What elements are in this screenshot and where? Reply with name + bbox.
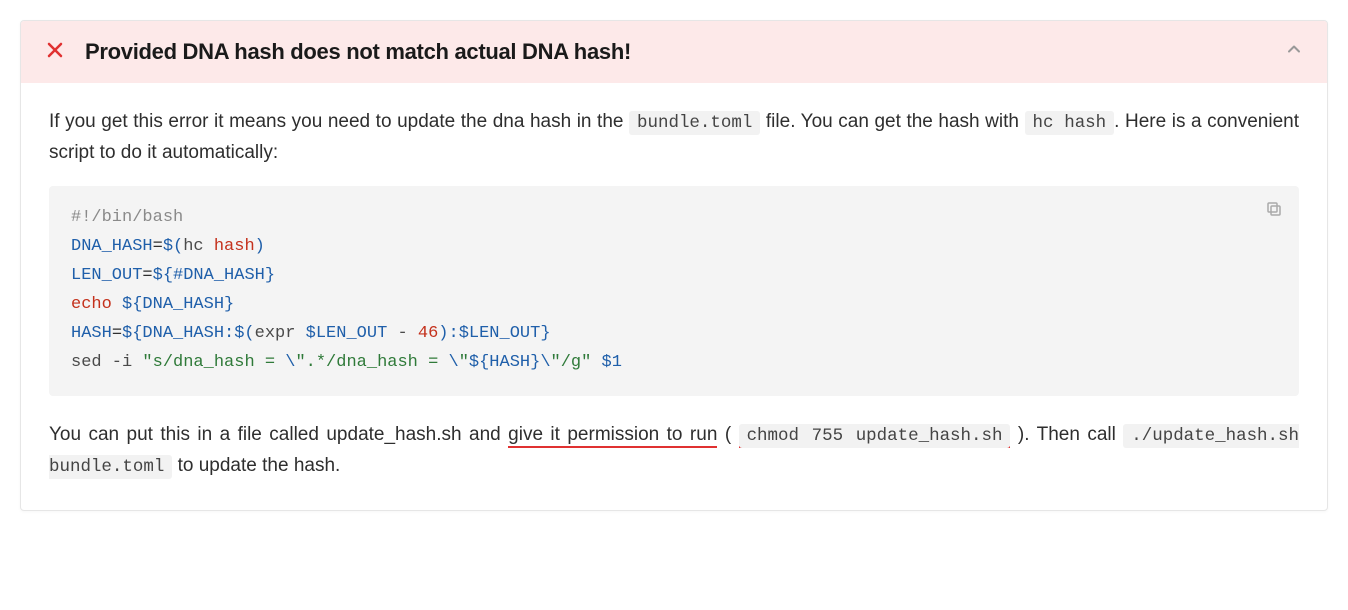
chmod-code: chmod 755 update_hash.sh [739, 424, 1011, 448]
intro-text-2: file. You can get the hash with [766, 111, 1025, 132]
code-block: #!/bin/bash DNA_HASH=$(hc hash) LEN_OUT=… [49, 186, 1299, 395]
code-line-1: #!/bin/bash [71, 204, 1277, 233]
code-line-4: echo ${DNA_HASH} [71, 291, 1277, 320]
code-line-2: DNA_HASH=$(hc hash) [71, 233, 1277, 262]
outro-paren-open: ( [717, 424, 738, 445]
panel-title: Provided DNA hash does not match actual … [85, 39, 631, 65]
code-line-3: LEN_OUT=${#DNA_HASH} [71, 262, 1277, 291]
outro-paren-close: ). Then call [1010, 424, 1123, 445]
hc-hash-code: hc hash [1025, 111, 1115, 135]
intro-text-1: If you get this error it means you need … [49, 111, 629, 132]
outro-text-end: to update the hash. [172, 455, 340, 476]
error-x-icon [45, 40, 65, 64]
copy-icon[interactable] [1265, 200, 1283, 230]
intro-paragraph: If you get this error it means you need … [49, 107, 1299, 168]
chmod-wrap: chmod 755 update_hash.sh [739, 424, 1011, 448]
outro-perm-phrase: give it permission to run [508, 424, 717, 448]
outro-paragraph: You can put this in a file called update… [49, 420, 1299, 482]
code-line-5: HASH=${DNA_HASH:$(expr $LEN_OUT - 46):$L… [71, 320, 1277, 349]
panel-body: If you get this error it means you need … [21, 83, 1327, 510]
error-help-panel: Provided DNA hash does not match actual … [20, 20, 1328, 511]
code-line-6: sed -i "s/dna_hash = \".*/dna_hash = \"$… [71, 349, 1277, 378]
bundle-file-code: bundle.toml [629, 111, 760, 135]
panel-header[interactable]: Provided DNA hash does not match actual … [21, 21, 1327, 83]
chevron-up-icon[interactable] [1285, 41, 1303, 64]
outro-text-1: You can put this in a file called update… [49, 424, 508, 445]
